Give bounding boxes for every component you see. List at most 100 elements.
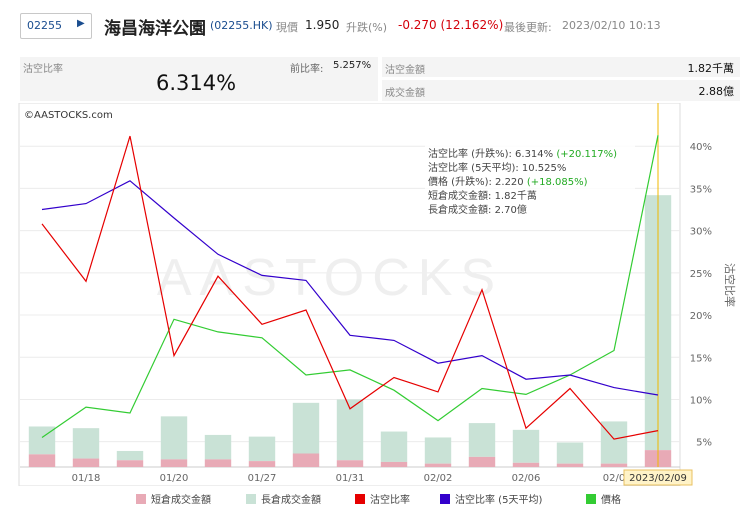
prev-ratio-value: 5.257%: [333, 60, 372, 71]
stock-name: 海昌海洋公園: [104, 19, 206, 39]
long-turnover-bar: [468, 423, 496, 457]
tooltip-line: 價格 (升跌%): 2.220 (+18.085%): [428, 175, 588, 188]
long-turnover-bar: [512, 429, 540, 463]
short-turnover-bar: [292, 453, 320, 467]
tooltip-line: 沽空比率 (5天平均): 10.525%: [428, 161, 566, 174]
short-amount-label: 沽空金額: [385, 65, 425, 76]
long-turnover-bar: [72, 428, 100, 459]
tooltip: 沽空比率 (升跌%): 6.314% (+20.117%)沽空比率 (5天平均)…: [425, 144, 635, 218]
short-turnover-bar: [204, 459, 232, 467]
short-ratio-label: 沽空比率: [23, 64, 63, 75]
tooltip-change: (+20.117%): [553, 149, 617, 160]
long-turnover-bar: [424, 437, 452, 464]
legend-swatch: [586, 494, 596, 504]
long-turnover-bar: [292, 402, 320, 454]
short-turnover-bar: [468, 456, 496, 467]
x-tick-label: 02/0: [603, 473, 625, 484]
short-amount-cell: 沽空金額 1.82千萬: [382, 57, 740, 77]
x-tick-label: 02/06: [512, 473, 541, 484]
watermark: AASTOCKS: [157, 249, 503, 307]
short-ratio-value: 6.314%: [156, 71, 237, 95]
short-turnover-bar: [556, 463, 584, 467]
legend-swatch: [246, 494, 256, 504]
short-turnover-bar: [512, 462, 540, 467]
short-turnover-bar: [380, 461, 408, 467]
change-label: 升跌(%): [346, 21, 388, 34]
long-turnover-bar: [160, 416, 188, 460]
tooltip-value: 10.525%: [522, 163, 567, 174]
change-value: -0.270 (12.162%): [398, 18, 504, 32]
short-ratio-cell: 沽空比率 6.314% 前比率: 5.257%: [20, 57, 378, 101]
y-tick-labels: 5% 10% 15% 20% 25% 30% 35% 40%: [690, 142, 712, 448]
updated-label: 最後更新:: [504, 21, 552, 34]
prev-ratio-label: 前比率:: [290, 64, 324, 75]
y-tick-label: 25%: [690, 269, 712, 280]
tooltip-value: 2.70億: [495, 203, 527, 216]
short-amount-value: 1.82千萬: [687, 62, 735, 75]
highlight-date-label: 2023/02/09: [629, 473, 687, 484]
chart-legend: 短倉成交金額 長倉成交金額 沽空比率 沽空比率 (5天平均) 價格: [0, 488, 750, 508]
legend-swatch: [440, 494, 450, 504]
legend-price[interactable]: 價格: [586, 491, 621, 506]
tooltip-line: 短倉成交金額: 1.82千萬: [428, 189, 537, 202]
tooltip-label: 長倉成交金額:: [428, 203, 495, 216]
tooltip-label: 沽空比率 (升跌%):: [428, 147, 515, 160]
tooltip-label: 沽空比率 (5天平均):: [428, 161, 522, 174]
short-turnover-bar: [424, 463, 452, 467]
tooltip-label: 價格 (升跌%):: [428, 175, 495, 188]
tooltip-line: 沽空比率 (升跌%): 6.314% (+20.117%): [428, 147, 617, 160]
short-turnover-bar: [248, 461, 276, 467]
right-axis-title: 沽空比率: [723, 263, 737, 307]
y-tick-label: 15%: [690, 353, 712, 364]
source-label: ©AASTOCKS.com: [24, 110, 113, 121]
long-turnover-bar: [204, 434, 232, 460]
legend-short-ratio[interactable]: 沽空比率: [355, 491, 410, 506]
short-turnover-bar: [336, 460, 364, 467]
long-turnover-bar: [116, 450, 144, 461]
stock-code-input[interactable]: 02255 ▶: [20, 13, 92, 39]
stock-symbol[interactable]: (02255.HK): [210, 19, 273, 32]
x-tick-label: 01/18: [72, 473, 101, 484]
y-tick-label: 40%: [690, 142, 712, 153]
turnover-cell: 成交金額 2.88億: [382, 80, 740, 101]
tooltip-value: 6.314%: [515, 149, 553, 160]
short-turnover-bar: [28, 454, 56, 467]
short-turnover-bar: [116, 460, 144, 467]
short-turnover-bar: [160, 459, 188, 467]
turnover-label: 成交金額: [385, 88, 425, 99]
y-tick-label: 30%: [690, 227, 712, 238]
short-selling-chart[interactable]: AASTOCKS ©AASTOCKS.com 5% 10% 15% 20% 25% 30%…: [0, 103, 750, 486]
legend-swatch: [136, 494, 146, 504]
highlight-date: 2023/02/09: [623, 469, 693, 486]
tooltip-line: 長倉成交金額: 2.70億: [428, 203, 527, 216]
stock-code-value: 02255: [27, 19, 62, 32]
short-turnover-bar: [72, 458, 100, 467]
tooltip-change: (+18.085%): [524, 177, 588, 188]
long-turnover-bar: [248, 436, 276, 462]
quote-header: 02255 ▶ 海昌海洋公園 (02255.HK) 現價 1.950 升跌(%)…: [0, 0, 750, 54]
tooltip-label: 短倉成交金額:: [428, 189, 495, 202]
x-tick-label: 01/20: [160, 473, 189, 484]
play-arrow-icon[interactable]: ▶: [77, 18, 85, 29]
tooltip-value: 1.82千萬: [495, 189, 537, 202]
tooltip-value: 2.220: [495, 177, 524, 188]
y-tick-label: 35%: [690, 184, 712, 195]
legend-long-turnover[interactable]: 長倉成交金額: [246, 491, 321, 506]
short-turnover-bar: [600, 463, 628, 467]
updated-value: 2023/02/10 10:13: [562, 19, 661, 32]
legend-swatch: [355, 494, 365, 504]
turnover-value: 2.88億: [698, 85, 735, 98]
x-tick-label: 01/31: [336, 473, 365, 484]
long-turnover-bar: [556, 442, 584, 464]
legend-short-ratio-avg[interactable]: 沽空比率 (5天平均): [440, 491, 542, 506]
y-tick-label: 20%: [690, 311, 712, 322]
price-value: 1.950: [305, 18, 340, 32]
y-tick-label: 10%: [690, 395, 712, 406]
legend-short-turnover[interactable]: 短倉成交金額: [136, 491, 211, 506]
y-tick-label: 5%: [696, 438, 712, 449]
stats-panel: 沽空比率 6.314% 前比率: 5.257% 沽空金額 1.82千萬 成交金額…: [20, 57, 740, 102]
long-turnover-bar: [380, 431, 408, 462]
x-tick-label: 01/27: [248, 473, 277, 484]
x-tick-label: 02/02: [424, 473, 453, 484]
price-label: 現價: [276, 21, 298, 34]
